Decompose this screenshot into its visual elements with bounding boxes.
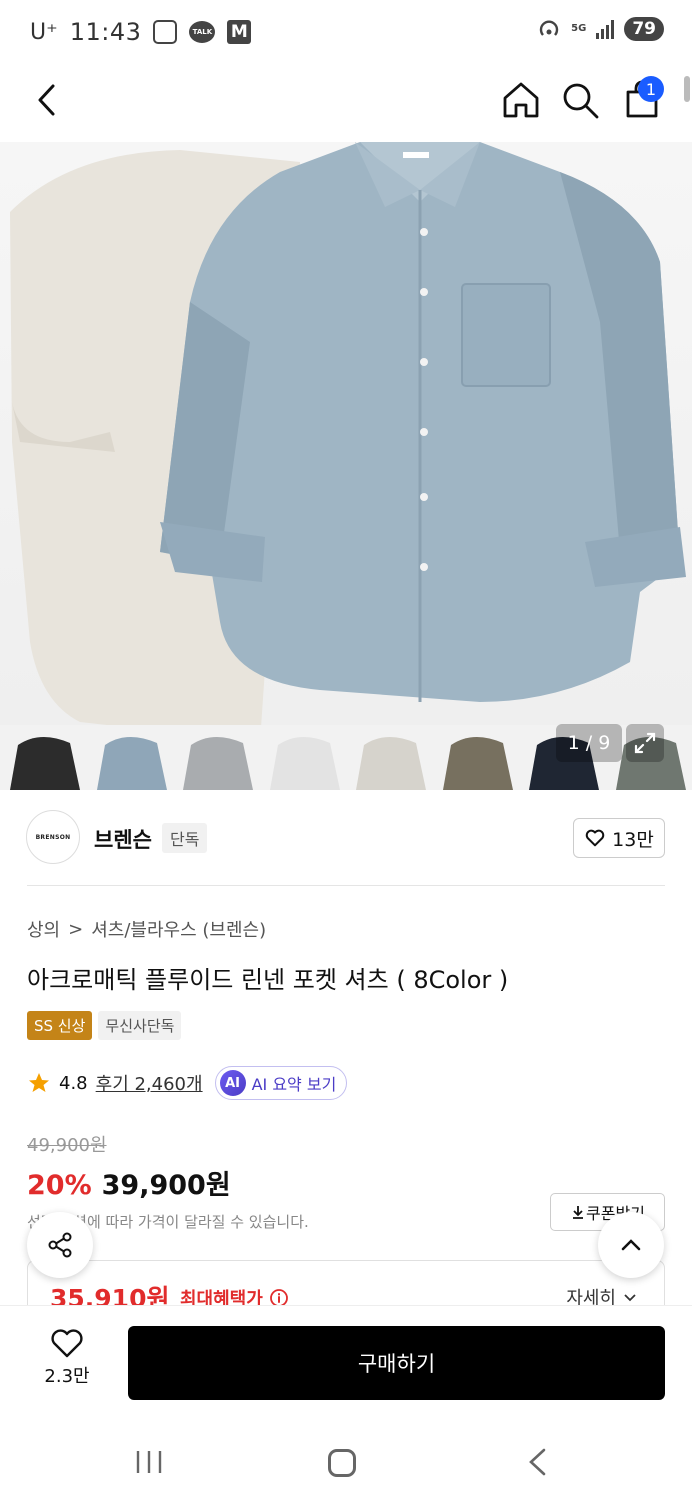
divider <box>27 885 665 886</box>
recent-apps-icon[interactable] <box>134 1449 164 1475</box>
brand-like-button[interactable]: 13만 <box>573 818 665 858</box>
thumb-shirt <box>442 736 513 790</box>
brand-logo[interactable]: BRENSON <box>26 810 80 864</box>
wishlist-count: 2.3만 <box>44 1366 90 1387</box>
exclusive-badge: 무신사단독 <box>98 1011 182 1040</box>
color-thumbnail[interactable] <box>432 725 519 790</box>
thumb-shirt <box>10 736 80 790</box>
m-app-icon: M <box>227 20 252 44</box>
network-5g-icon: 5G <box>571 23 587 34</box>
ai-summary-label: AI 요약 보기 <box>251 1075 337 1094</box>
exclusive-tag: 단독 <box>162 823 208 853</box>
product-title: 아크로매틱 플루이드 린넨 포켓 셔츠 ( 8Color ) <box>27 966 509 994</box>
breadcrumb-subcategory[interactable]: 셔츠/블라우스 (브렌슨) <box>91 916 266 942</box>
sale-price: 39,900원 <box>101 1170 231 1201</box>
brand-row: BRENSON 브렌슨 단독 13만 <box>0 790 692 886</box>
hotspot-icon <box>540 20 559 36</box>
expand-icon[interactable] <box>626 724 664 762</box>
product-badges: SS 신상 무신사단독 <box>27 1011 182 1040</box>
search-icon[interactable] <box>558 78 602 122</box>
breadcrumb: 상의 > 셔츠/블라우스 (브렌슨) <box>27 916 266 942</box>
bottom-action-bar: 2.3만 구매하기 <box>0 1305 692 1415</box>
star-icon <box>29 1073 49 1092</box>
screenshot-icon <box>153 20 178 44</box>
ai-summary-button[interactable]: AI AI 요약 보기 <box>214 1066 348 1100</box>
home-icon[interactable] <box>499 78 543 122</box>
carrier-label: U⁺ <box>30 19 58 45</box>
ai-icon: AI <box>219 1070 246 1096</box>
share-button[interactable] <box>27 1212 93 1278</box>
color-thumbnail[interactable] <box>346 725 433 790</box>
buy-button[interactable]: 구매하기 <box>128 1326 665 1400</box>
thumb-shirt <box>96 736 167 790</box>
color-thumbnail[interactable] <box>173 725 260 790</box>
brand-like-count: 13만 <box>612 828 654 851</box>
image-page-indicator: 1 / 9 <box>556 724 622 762</box>
shirt-illustration <box>10 142 686 742</box>
discount-rate: 20% <box>27 1170 92 1201</box>
rating-row: 4.8 후기 2,460개 AI AI 요약 보기 <box>27 1066 348 1100</box>
signal-icon <box>596 19 615 39</box>
review-count-link[interactable]: 후기 2,460개 <box>96 1070 203 1096</box>
original-price: 49,900원 <box>27 1135 107 1156</box>
wishlist-button[interactable]: 2.3만 <box>30 1328 104 1398</box>
color-thumbnail[interactable] <box>259 725 346 790</box>
heart-icon <box>51 1329 83 1358</box>
breadcrumb-category[interactable]: 상의 <box>27 916 60 942</box>
cart-count-badge: 1 <box>638 76 664 102</box>
new-season-badge: SS 신상 <box>27 1011 93 1040</box>
system-home-icon[interactable] <box>328 1449 356 1477</box>
rating-value: 4.8 <box>59 1072 88 1094</box>
system-back-icon[interactable] <box>524 1447 550 1477</box>
scroll-top-button[interactable] <box>598 1212 664 1278</box>
color-thumbnail[interactable] <box>0 725 87 790</box>
breadcrumb-separator: > <box>68 918 84 940</box>
thumb-shirt <box>356 736 426 790</box>
heart-icon <box>585 829 605 847</box>
brand-name[interactable]: 브렌슨 <box>94 824 152 854</box>
thumb-shirt <box>269 736 340 790</box>
chevron-down-icon <box>624 1294 636 1302</box>
kakaotalk-icon: TALK <box>189 21 216 43</box>
product-image[interactable] <box>0 142 692 790</box>
battery-indicator: 79 <box>624 17 664 41</box>
scroll-indicator <box>684 76 690 102</box>
thumb-shirt <box>183 736 253 790</box>
status-time: 11:43 <box>69 18 142 46</box>
share-icon <box>48 1232 72 1258</box>
color-thumbnail[interactable] <box>86 725 173 790</box>
download-icon <box>573 1206 584 1219</box>
back-arrow-icon[interactable] <box>28 80 68 120</box>
status-bar: U⁺ 11:43 TALK M 5G 79 <box>0 0 692 66</box>
system-nav-bar <box>0 1415 692 1500</box>
chevron-up-icon <box>621 1239 641 1251</box>
top-nav <box>0 66 692 142</box>
price-row: 20% 39,900원 <box>27 1163 231 1202</box>
